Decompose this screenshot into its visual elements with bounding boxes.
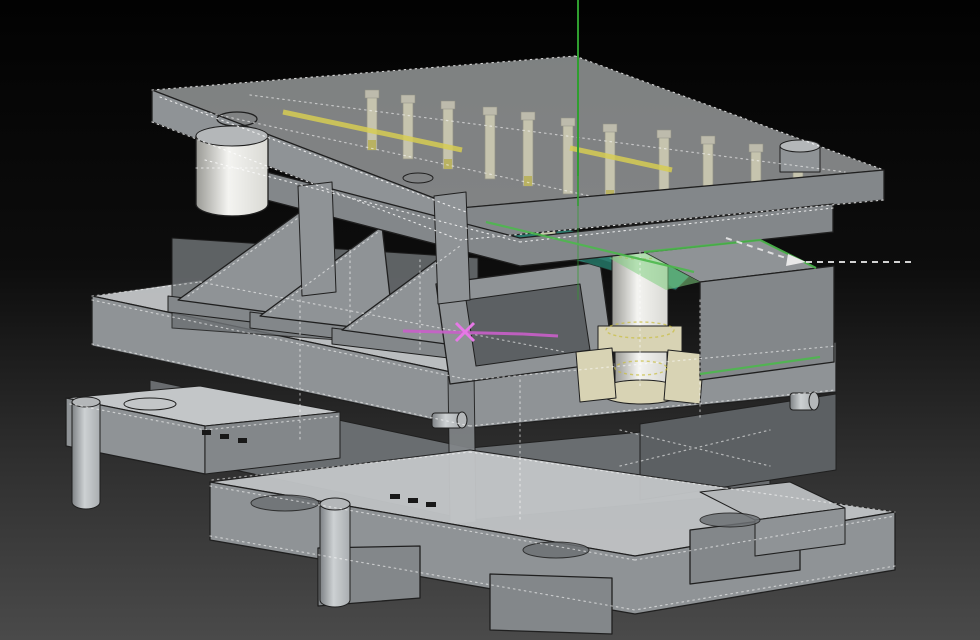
cam-block-front-face[interactable] bbox=[700, 266, 834, 380]
plate-slot bbox=[700, 513, 760, 527]
pin-end bbox=[457, 412, 467, 428]
pin-end bbox=[809, 392, 819, 410]
stop-pin-horizontal-right[interactable] bbox=[790, 392, 819, 410]
cad-viewport[interactable] bbox=[0, 0, 980, 640]
support-post-upper[interactable] bbox=[434, 192, 470, 304]
model-canvas[interactable] bbox=[0, 0, 980, 640]
top-plate-boss bbox=[780, 140, 820, 172]
guide-bushing[interactable] bbox=[196, 126, 268, 216]
bushing-body[interactable] bbox=[196, 136, 268, 216]
guide-pin-left[interactable] bbox=[72, 397, 100, 509]
clamp-block-left bbox=[576, 348, 616, 402]
clamp-block-right bbox=[664, 350, 704, 404]
boss-top bbox=[780, 140, 820, 152]
guide-pin-center[interactable] bbox=[320, 498, 350, 607]
bushing-top bbox=[196, 126, 268, 146]
pin-body[interactable] bbox=[72, 402, 100, 509]
foot-tab-center[interactable] bbox=[490, 574, 612, 634]
support-post-upper[interactable] bbox=[298, 182, 336, 296]
measure-line-ext bbox=[523, 334, 558, 336]
stop-pin-horizontal-left[interactable] bbox=[432, 412, 467, 428]
